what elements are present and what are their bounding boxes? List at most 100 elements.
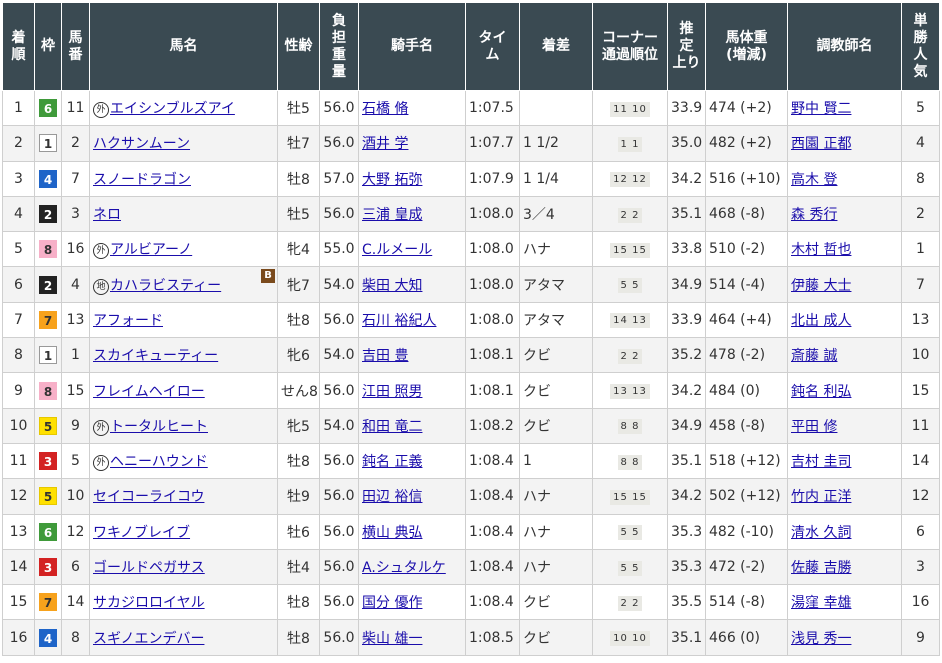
last-3f-cell: 34.9 xyxy=(667,266,706,303)
corner-positions: 15 15 xyxy=(610,242,650,258)
horse-number-cell: 4 xyxy=(61,266,90,303)
trainer-link[interactable]: 鈍名 利弘 xyxy=(791,384,851,400)
popularity-cell: 13 xyxy=(901,301,940,339)
popularity-cell: 12 xyxy=(901,478,940,515)
horse-name-link[interactable]: トータルヒート xyxy=(110,419,208,435)
jockey-link[interactable]: 国分 優作 xyxy=(362,595,422,611)
jockey-cell: 吉田 豊 xyxy=(358,337,466,374)
horse-name-link[interactable]: カハラビスティー xyxy=(110,278,221,294)
trainer-link[interactable]: 西園 正都 xyxy=(791,136,851,152)
sex-age-cell: 牡8 xyxy=(277,584,320,621)
jockey-link[interactable]: C.ルメール xyxy=(362,242,432,258)
horse-name-link[interactable]: サカジロロイヤル xyxy=(93,595,205,611)
origin-mark-icon: 外 xyxy=(93,102,109,119)
corner-positions: 12 12 xyxy=(610,172,650,188)
table-row: 5 8 16 外アルビアーノ 牝4 55.0 C.ルメール 1:08.0 ハナ 15 15 33.8… xyxy=(2,231,940,268)
horse-name-link[interactable]: ヘニーハウンド xyxy=(110,454,208,470)
popularity-cell: 2 xyxy=(901,195,940,233)
weight-carried-cell: 54.0 xyxy=(319,407,359,444)
jockey-link[interactable]: A.シュタルケ xyxy=(362,560,446,576)
sex-age-cell: 牡5 xyxy=(277,89,320,127)
sex-age-cell: 牝4 xyxy=(277,231,320,268)
trainer-cell: 清水 久詞 xyxy=(787,513,902,550)
trainer-cell: 森 秀行 xyxy=(787,195,902,233)
table-row: 10 5 9 外トータルヒート 牝5 54.0 和田 竜二 1:08.2 クビ 8 8 34.9 45… xyxy=(2,407,940,444)
rank-cell: 16 xyxy=(2,619,35,656)
trainer-link[interactable]: 森 秀行 xyxy=(791,207,837,223)
jockey-link[interactable]: 石橋 脩 xyxy=(362,101,408,117)
horse-name-link[interactable]: フレイムヘイロー xyxy=(93,384,205,400)
popularity-cell: 15 xyxy=(901,372,940,409)
time-cell: 1:08.4 xyxy=(465,442,520,480)
rank-cell: 8 xyxy=(2,337,35,374)
horse-name-link[interactable]: スカイキューティー xyxy=(93,348,218,364)
popularity-cell: 5 xyxy=(901,89,940,127)
corner-cell: 15 15 xyxy=(592,478,668,515)
waku-badge: 8 xyxy=(39,240,57,259)
trainer-cell: 北出 成人 xyxy=(787,301,902,339)
trainer-link[interactable]: 湯窪 幸雄 xyxy=(791,595,851,611)
header-trainer: 調教師名 xyxy=(787,2,902,91)
last-3f-cell: 35.1 xyxy=(667,442,706,480)
trainer-link[interactable]: 吉村 圭司 xyxy=(791,454,851,470)
horse-number-cell: 2 xyxy=(61,125,90,162)
trainer-link[interactable]: 佐藤 吉勝 xyxy=(791,560,851,576)
horse-name-link[interactable]: ネロ xyxy=(93,207,121,223)
trainer-link[interactable]: 伊藤 大士 xyxy=(791,278,851,294)
horse-name-link[interactable]: ワキノブレイブ xyxy=(93,525,190,541)
horse-name-link[interactable]: エイシンブルズアイ xyxy=(110,101,235,117)
horse-name-link[interactable]: ハクサンムーン xyxy=(93,136,190,152)
horse-number-cell: 8 xyxy=(61,619,90,656)
jockey-link[interactable]: 横山 典弘 xyxy=(362,525,422,541)
trainer-link[interactable]: 斎藤 誠 xyxy=(791,348,837,364)
corner-cell: 8 8 xyxy=(592,442,668,480)
origin-mark-icon: 外 xyxy=(93,419,109,436)
horse-name-link[interactable]: セイコーライコウ xyxy=(93,489,204,505)
jockey-link[interactable]: 三浦 皇成 xyxy=(362,207,422,223)
sex-age-cell: 牝7 xyxy=(277,266,320,303)
jockey-link[interactable]: 石川 裕紀人 xyxy=(362,313,436,329)
jockey-link[interactable]: 鈍名 正義 xyxy=(362,454,422,470)
trainer-link[interactable]: 竹内 正洋 xyxy=(791,489,851,505)
rank-cell: 10 xyxy=(2,407,35,444)
header-weight-carried: 負 担 重 量 xyxy=(319,2,359,91)
last-3f-cell: 35.5 xyxy=(667,584,706,621)
jockey-link[interactable]: 江田 照男 xyxy=(362,384,422,400)
trainer-link[interactable]: 北出 成人 xyxy=(791,313,851,329)
corner-cell: 8 8 xyxy=(592,407,668,444)
trainer-link[interactable]: 野中 賢二 xyxy=(791,101,851,117)
trainer-link[interactable]: 清水 久詞 xyxy=(791,525,851,541)
horse-name-link[interactable]: アルビアーノ xyxy=(110,242,192,258)
horse-name-link[interactable]: アフォード xyxy=(93,313,163,329)
horse-name-link[interactable]: ゴールドペガサス xyxy=(93,560,205,576)
trainer-link[interactable]: 高木 登 xyxy=(791,172,837,188)
jockey-link[interactable]: 吉田 豊 xyxy=(362,348,408,364)
waku-badge: 7 xyxy=(39,593,57,612)
jockey-link[interactable]: 和田 竜二 xyxy=(362,419,422,435)
margin-cell: ハナ xyxy=(519,548,593,586)
blinker-icon: B xyxy=(261,269,275,284)
jockey-link[interactable]: 酒井 学 xyxy=(362,136,408,152)
last-3f-cell: 34.2 xyxy=(667,372,706,409)
trainer-link[interactable]: 平田 修 xyxy=(791,419,837,435)
time-cell: 1:08.0 xyxy=(465,301,520,339)
body-weight-cell: 514 (-8) xyxy=(705,584,788,621)
trainer-cell: 西園 正都 xyxy=(787,125,902,162)
corner-positions: 5 5 xyxy=(617,278,643,294)
trainer-link[interactable]: 木村 哲也 xyxy=(791,242,851,258)
jockey-link[interactable]: 柴田 大知 xyxy=(362,278,422,294)
horse-name-cell: 外ヘニーハウンド xyxy=(89,442,278,480)
waku-badge: 1 xyxy=(39,134,57,153)
rank-cell: 13 xyxy=(2,513,35,550)
trainer-link[interactable]: 浅見 秀一 xyxy=(791,631,851,647)
jockey-link[interactable]: 田辺 裕信 xyxy=(362,489,422,505)
weight-carried-cell: 56.0 xyxy=(319,89,359,127)
jockey-link[interactable]: 柴山 雄一 xyxy=(362,631,422,647)
jockey-link[interactable]: 大野 拓弥 xyxy=(362,172,422,188)
horse-name-link[interactable]: スギノエンデバー xyxy=(93,631,204,647)
time-cell: 1:08.0 xyxy=(465,195,520,233)
time-cell: 1:08.4 xyxy=(465,584,520,621)
horse-name-link[interactable]: スノードラゴン xyxy=(93,172,191,188)
last-3f-cell: 33.9 xyxy=(667,89,706,127)
jockey-cell: 国分 優作 xyxy=(358,584,466,621)
